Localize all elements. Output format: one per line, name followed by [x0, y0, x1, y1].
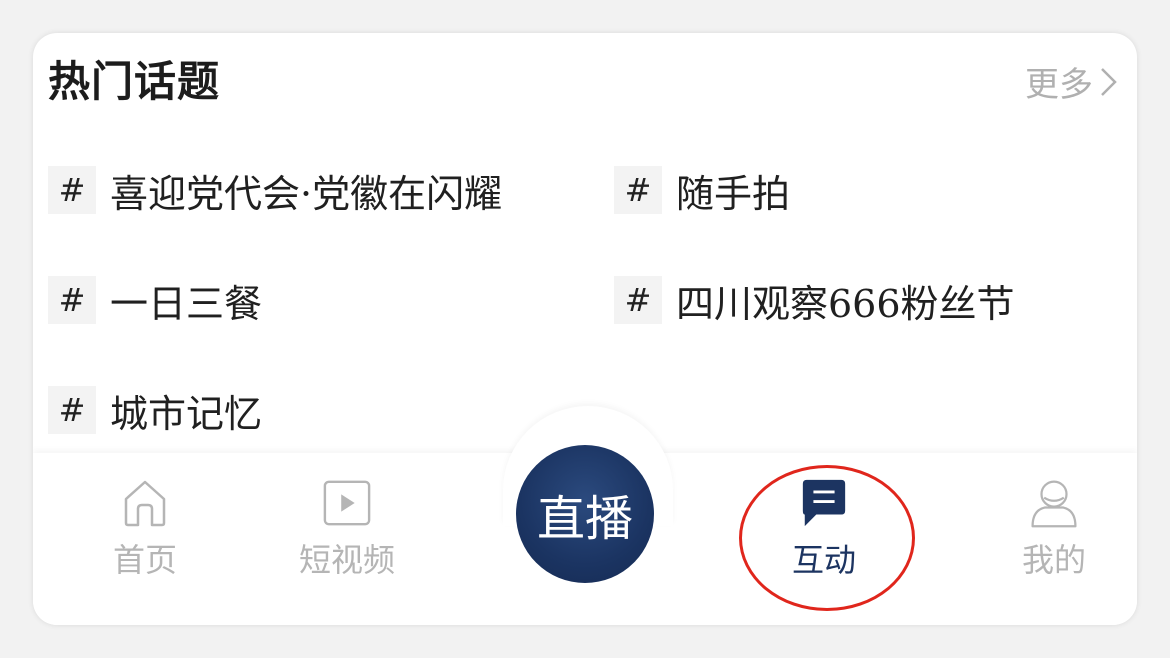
topic-item[interactable]: # 随手拍	[614, 165, 1118, 216]
home-icon	[124, 480, 166, 527]
topic-item[interactable]: # 城市记忆	[48, 385, 614, 436]
hash-icon: #	[48, 166, 96, 214]
user-icon	[1031, 480, 1077, 528]
topic-item[interactable]: # 四川观察666粉丝节	[614, 275, 1118, 326]
tab-short-video[interactable]: 短视频	[287, 473, 407, 581]
topic-list: # 喜迎党代会·党徽在闪耀 # 随手拍 # 一日三餐 # 四川观察666粉丝节 …	[48, 165, 1118, 436]
tab-short-video-label: 短视频	[298, 541, 395, 579]
hash-icon: #	[614, 166, 662, 214]
tab-home[interactable]: 首页	[85, 473, 205, 581]
tab-mine-label: 我的	[1021, 541, 1086, 579]
chevron-right-icon	[1101, 67, 1117, 96]
more-link[interactable]: 更多	[1025, 57, 1119, 106]
tab-interact-label: 互动	[791, 541, 856, 579]
chat-icon	[802, 479, 846, 527]
topic-label: 四川观察666粉丝节	[676, 281, 1015, 326]
topic-label: 一日三餐	[110, 281, 263, 326]
topic-label: 喜迎党代会·党徽在闪耀	[110, 171, 503, 216]
hash-icon: #	[48, 276, 96, 324]
hash-icon: #	[48, 386, 96, 434]
section-title: 热门话题	[48, 57, 221, 106]
tab-mine[interactable]: 我的	[994, 473, 1114, 581]
play-icon	[323, 480, 371, 526]
topic-label: 城市记忆	[110, 391, 263, 436]
topic-item[interactable]: # 喜迎党代会·党徽在闪耀	[48, 165, 614, 216]
more-label: 更多	[1025, 65, 1093, 105]
topic-item[interactable]: # 一日三餐	[48, 275, 614, 326]
hot-topics-card: 热门话题 更多 # 喜迎党代会·党徽在闪耀 # 随手拍 # 一日三餐 # 四川观…	[33, 33, 1137, 625]
tab-interact[interactable]: 互动	[764, 473, 884, 581]
tab-home-label: 首页	[112, 541, 177, 579]
hash-icon: #	[614, 276, 662, 324]
topic-label: 随手拍	[676, 171, 791, 216]
live-button[interactable]: 直播	[516, 445, 654, 583]
